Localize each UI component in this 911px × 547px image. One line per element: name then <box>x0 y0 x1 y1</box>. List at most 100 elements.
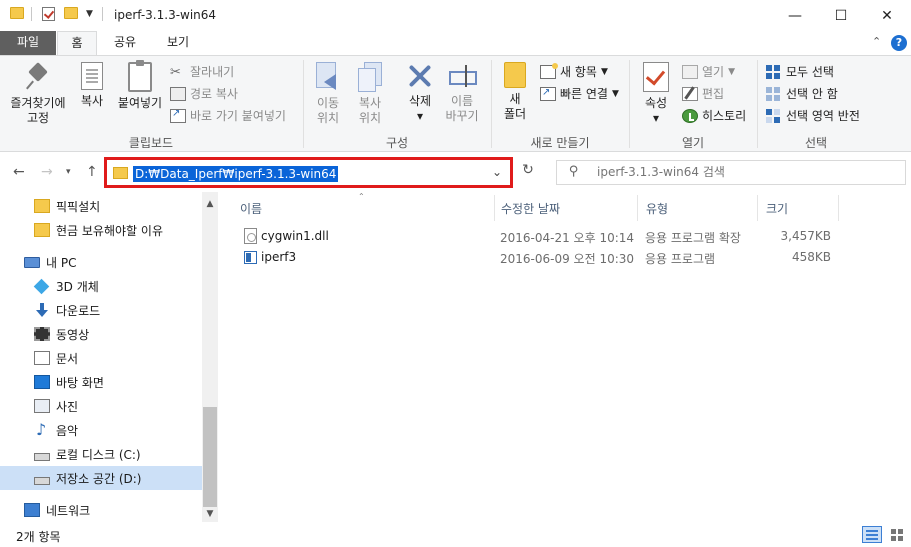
address-path[interactable]: D:₩Data_Iperf₩iperf-3.1.3-win64 <box>133 166 339 182</box>
select-all-icon <box>766 64 782 79</box>
nav-item-pickpick[interactable]: 픽픽설치 <box>0 194 202 218</box>
nav-item-desktop[interactable]: 바탕 화면 <box>0 370 202 394</box>
address-history-chevron-icon[interactable]: ⌄ <box>492 165 502 179</box>
pictures-icon <box>34 399 50 413</box>
nav-scrollbar-thumb[interactable] <box>203 407 217 507</box>
folder-icon <box>10 7 24 19</box>
nav-item-network[interactable]: 네트워크 <box>0 498 202 522</box>
tab-view[interactable]: 보기 <box>163 31 193 55</box>
nav-item-downloads[interactable]: 다운로드 <box>0 298 202 322</box>
select-all-button[interactable]: 모두 선택 <box>766 63 834 80</box>
tab-share[interactable]: 공유 <box>110 31 140 55</box>
nav-item-label: 로컬 디스크 (C:) <box>56 447 141 462</box>
invert-selection-label: 선택 영역 반전 <box>786 109 860 123</box>
back-arrow-icon[interactable]: ← <box>13 164 25 180</box>
column-header-size[interactable]: 크기 <box>766 200 788 217</box>
easy-access-button[interactable]: 빠른 연결 ▼ <box>540 85 619 102</box>
nav-item-label: 동영상 <box>56 327 90 342</box>
copy-button[interactable]: 복사 <box>76 62 108 109</box>
history-button[interactable]: 히스토리 <box>682 107 746 124</box>
select-none-label: 선택 안 함 <box>786 87 838 101</box>
column-divider[interactable] <box>637 195 638 221</box>
cut-button[interactable]: ✂ 잘라내기 <box>170 63 234 80</box>
properties-button[interactable]: 속성 ▾ <box>638 62 674 126</box>
open-label: 열기 <box>702 65 725 79</box>
nav-item-storage-space-d[interactable]: 저장소 공간 (D:) <box>0 466 202 490</box>
nav-item-label: 음악 <box>56 423 79 438</box>
rename-label-line2: 바꾸기 <box>445 109 479 123</box>
edit-label: 편집 <box>702 87 725 101</box>
copy-path-button[interactable]: 경로 복사 <box>170 85 238 102</box>
new-folder-button[interactable]: 새 폴더 <box>498 62 532 122</box>
search-box[interactable]: ⚲ <box>556 160 906 185</box>
rename-button[interactable]: 이름 바꾸기 <box>444 62 480 124</box>
tab-file[interactable]: 파일 <box>0 31 56 55</box>
recent-locations-chevron-icon[interactable]: ▾ <box>66 167 71 177</box>
nav-item-cash-reasons[interactable]: 현금 보유해야할 이유 <box>0 218 202 242</box>
refresh-icon[interactable]: ↻ <box>519 162 537 180</box>
toolbar-separator <box>102 7 103 21</box>
toolbar-separator <box>31 7 32 21</box>
open-button[interactable]: 열기 ▼ <box>682 63 735 80</box>
nav-item-label: 다운로드 <box>56 303 101 318</box>
scroll-up-icon[interactable]: ▲ <box>202 196 218 212</box>
3d-objects-icon <box>33 278 50 294</box>
delete-button[interactable]: 삭제 ▾ <box>402 62 438 124</box>
document-icon <box>34 351 50 365</box>
nav-item-documents[interactable]: 문서 <box>0 346 202 370</box>
search-icon: ⚲ <box>569 164 579 179</box>
open-icon <box>682 64 698 79</box>
pin-to-quick-access-button[interactable]: 즐겨찾기에 고정 <box>4 62 72 126</box>
chevron-down-icon: ▼ <box>728 66 736 77</box>
select-none-button[interactable]: 선택 안 함 <box>766 85 838 102</box>
large-icons-view-icon[interactable] <box>888 526 906 543</box>
nav-item-3d-objects[interactable]: 3D 개체 <box>0 274 202 298</box>
copy-path-label: 경로 복사 <box>190 87 238 101</box>
address-bar[interactable]: D:₩Data_Iperf₩iperf-3.1.3-win64 ⌄ <box>104 157 513 188</box>
edit-button[interactable]: 편집 <box>682 85 724 102</box>
close-button[interactable]: ✕ <box>864 0 910 31</box>
chevron-down-icon: ▾ <box>416 109 424 123</box>
copy-to-button[interactable]: 복사 위치 <box>352 62 388 126</box>
column-divider[interactable] <box>494 195 495 221</box>
delete-x-icon <box>406 62 434 90</box>
nav-item-pictures[interactable]: 사진 <box>0 394 202 418</box>
folder-icon <box>113 167 128 179</box>
file-type: 응용 프로그램 <box>645 252 716 266</box>
column-header-type[interactable]: 유형 <box>646 200 668 217</box>
new-folder-quick-icon[interactable] <box>64 7 78 19</box>
move-to-button[interactable]: 이동 위치 <box>310 62 346 126</box>
table-row[interactable]: iperf3 2016-06-09 오전 10:30 응용 프로그램 458KB <box>234 247 834 267</box>
status-bar: 2개 항목 <box>0 522 911 547</box>
forward-arrow-icon[interactable]: → <box>41 164 53 180</box>
column-header-date[interactable]: 수정한 날짜 <box>501 200 560 217</box>
nav-item-this-pc[interactable]: 내 PC <box>0 250 202 274</box>
column-divider[interactable] <box>757 195 758 221</box>
tab-home[interactable]: 홈 <box>57 31 97 55</box>
table-row[interactable]: cygwin1.dll 2016-04-21 오후 10:14 응용 프로그램 … <box>234 226 834 246</box>
nav-item-label: 바탕 화면 <box>56 375 104 390</box>
help-icon[interactable]: ? <box>891 35 907 51</box>
chevron-down-icon: ▾ <box>652 111 660 125</box>
minimize-button[interactable]: — <box>772 0 818 31</box>
maximize-button[interactable]: ☐ <box>818 0 864 31</box>
search-input[interactable] <box>597 165 897 179</box>
chevron-down-icon: ▼ <box>600 66 608 77</box>
properties-quick-icon[interactable] <box>42 7 55 21</box>
details-view-icon[interactable] <box>862 526 882 543</box>
paste-button[interactable]: 붙여넣기 <box>114 60 166 111</box>
paste-icon <box>128 60 152 92</box>
new-item-button[interactable]: 새 항목 ▼ <box>540 62 608 80</box>
pin-label-line1: 즐겨찾기에 <box>10 96 66 110</box>
collapse-ribbon-icon[interactable]: ⌃ <box>872 35 881 48</box>
up-arrow-icon[interactable]: ↑ <box>86 164 98 180</box>
nav-item-local-disk-c[interactable]: 로컬 디스크 (C:) <box>0 442 202 466</box>
nav-item-music[interactable]: 음악 <box>0 418 202 442</box>
paste-shortcut-button[interactable]: 바로 가기 붙여넣기 <box>170 107 286 124</box>
customize-quick-access-icon[interactable]: ▼ <box>86 9 93 19</box>
column-header-name[interactable]: 이름 <box>240 200 262 217</box>
scroll-down-icon[interactable]: ▼ <box>202 506 218 522</box>
invert-selection-button[interactable]: 선택 영역 반전 <box>766 107 860 124</box>
column-divider[interactable] <box>838 195 839 221</box>
nav-item-videos[interactable]: 동영상 <box>0 322 202 346</box>
